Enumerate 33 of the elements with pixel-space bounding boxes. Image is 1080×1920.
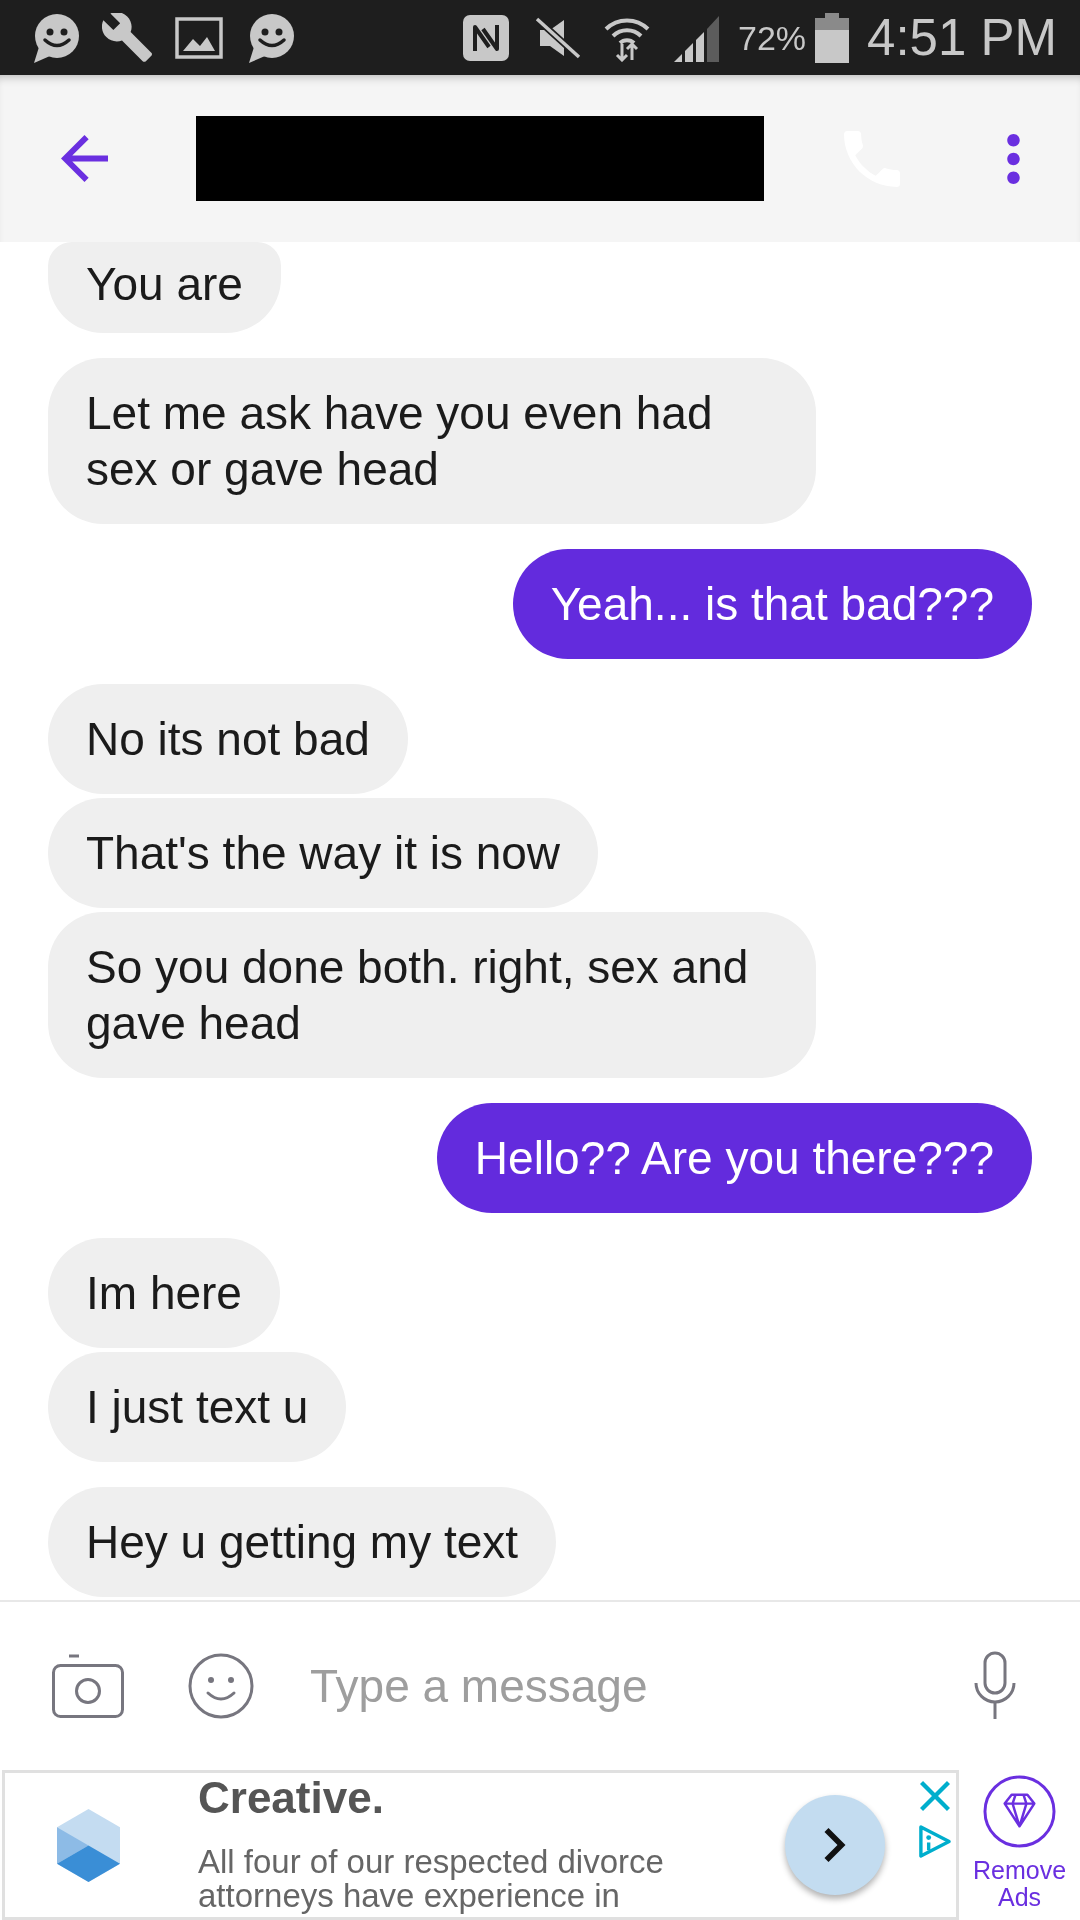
sent-message: Hello?? Are you there???: [436, 1103, 1032, 1213]
ad-info-icon[interactable]: [917, 1824, 952, 1859]
emoji-icon[interactable]: [188, 1653, 254, 1719]
received-message: Im here: [48, 1238, 280, 1348]
received-message: That's the way it is now: [48, 798, 599, 908]
clock-time: 4:51 PM: [867, 12, 1057, 63]
chat-smiley-icon: [31, 12, 81, 63]
chevron-right-icon: [824, 1828, 846, 1862]
ad-text: All four of our respected divorce attorneys have experience in: [198, 1845, 665, 1913]
received-message: I just text u: [48, 1352, 347, 1462]
chat-smiley-icon: [246, 12, 296, 63]
battery-percentage: 72%: [738, 20, 807, 55]
wrench-icon: [102, 12, 152, 63]
ad-logo-icon: [57, 1808, 120, 1882]
close-icon[interactable]: [919, 1781, 950, 1811]
ad-next-button[interactable]: [785, 1795, 885, 1895]
image-icon: [175, 16, 223, 59]
more-options-icon[interactable]: [1007, 133, 1020, 184]
mute-icon: [534, 15, 582, 60]
received-message: Hey u getting my text: [48, 1487, 557, 1597]
back-arrow-icon[interactable]: [60, 135, 108, 182]
received-message: No its not bad: [48, 684, 408, 794]
remove-ads-button[interactable]: Remove Ads: [969, 1770, 1070, 1920]
received-message: Let me ask have you even had sex or gave head: [48, 358, 816, 524]
sent-message: Yeah... is that bad???: [512, 549, 1032, 659]
ad-title: Creative.: [198, 1775, 385, 1821]
received-message: So you done both. right, sex and gave head: [48, 912, 816, 1078]
microphone-icon[interactable]: [973, 1651, 1017, 1721]
nfc-icon: [463, 14, 509, 61]
message-input[interactable]: Type a message: [310, 1651, 953, 1721]
received-message: You are: [48, 242, 281, 333]
battery-icon: [815, 12, 850, 63]
camera-icon[interactable]: [52, 1654, 124, 1718]
